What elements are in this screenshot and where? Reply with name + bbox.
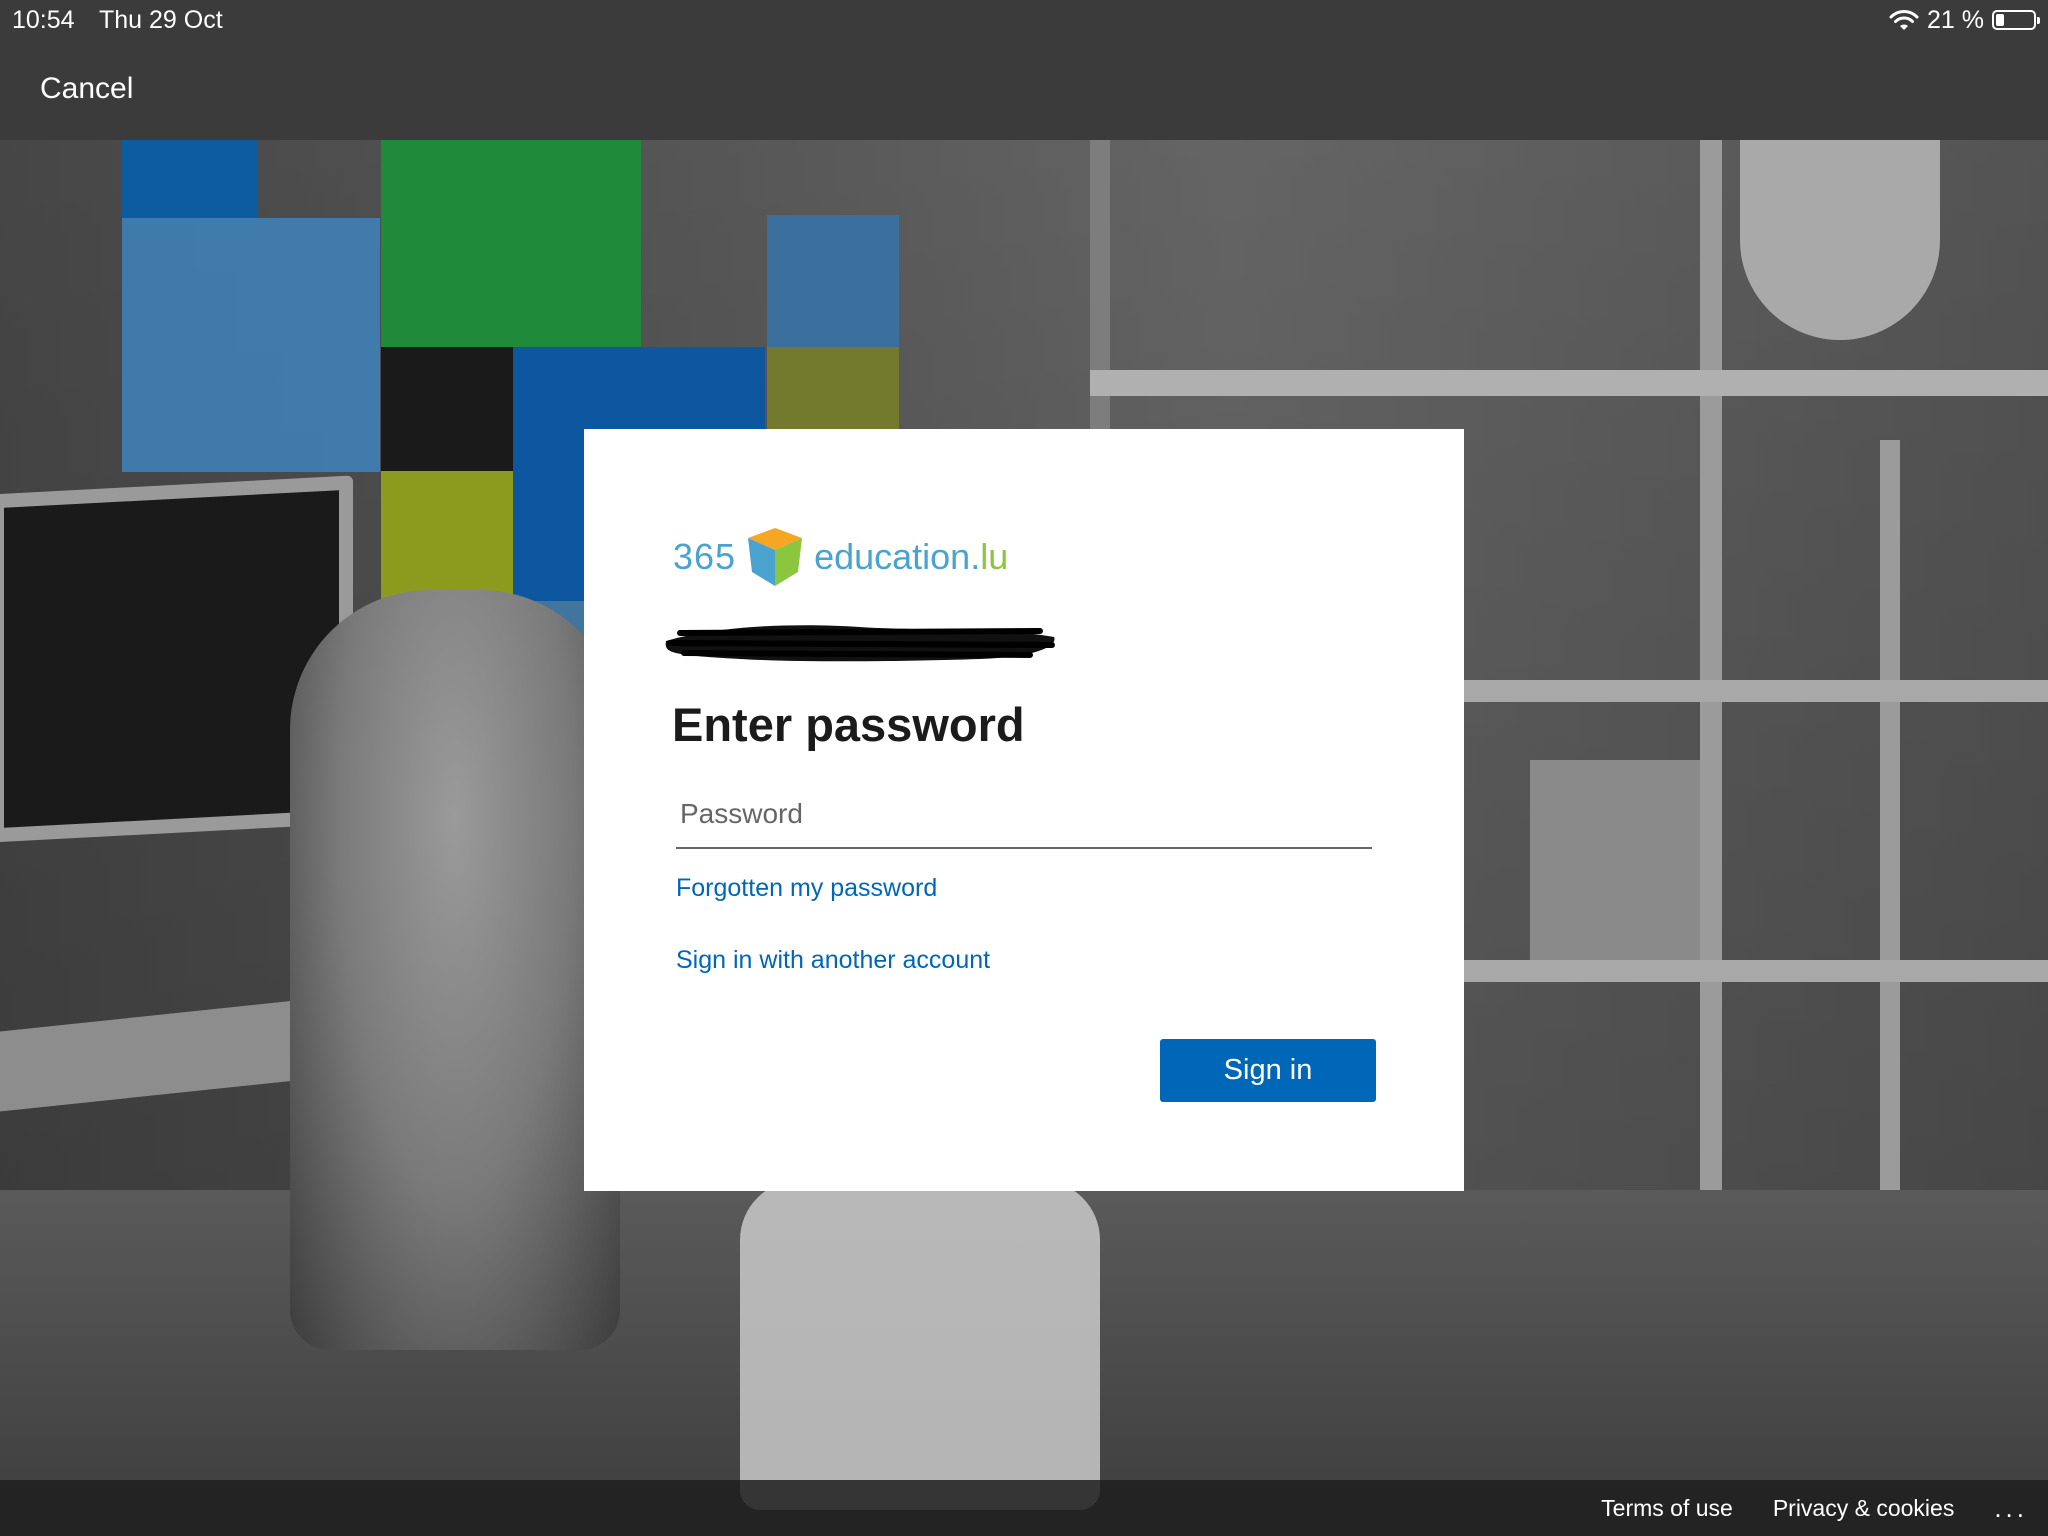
logo-prefix: 365 bbox=[673, 536, 737, 577]
terms-of-use-link[interactable]: Terms of use bbox=[1601, 1495, 1733, 1522]
bg-person bbox=[290, 590, 620, 1350]
bg-tile bbox=[767, 215, 899, 347]
privacy-cookies-link[interactable]: Privacy & cookies bbox=[1773, 1495, 1955, 1522]
footer: Terms of use Privacy & cookies ... bbox=[0, 1480, 2048, 1536]
battery-percentage: 21 % bbox=[1927, 5, 1984, 34]
wifi-icon bbox=[1889, 10, 1919, 30]
top-bar: 10:54 Thu 29 Oct 21 % Cancel bbox=[0, 0, 2048, 140]
more-options-icon[interactable]: ... bbox=[1994, 1495, 2028, 1521]
battery-icon bbox=[1992, 10, 2040, 30]
redacted-email-scribble bbox=[665, 625, 1055, 662]
bg-tile bbox=[513, 471, 585, 601]
status-date: Thu 29 Oct bbox=[99, 6, 223, 34]
battery-nub bbox=[2037, 17, 2040, 24]
bg-tile bbox=[381, 471, 513, 601]
logo-tld: lu bbox=[980, 536, 1009, 577]
bg-shelf bbox=[1740, 140, 1940, 340]
bg-tile bbox=[122, 218, 380, 472]
sign-in-button[interactable]: Sign in bbox=[1160, 1039, 1376, 1102]
logo-domain: education. bbox=[814, 536, 981, 577]
bg-tile bbox=[381, 347, 513, 471]
bg-shelf bbox=[1460, 960, 2048, 982]
forgot-password-link[interactable]: Forgotten my password bbox=[676, 874, 937, 903]
page-title: Enter password bbox=[672, 698, 1025, 751]
bg-tile bbox=[122, 140, 257, 218]
cube-logo-icon bbox=[748, 528, 803, 586]
status-time: 10:54 bbox=[12, 6, 75, 34]
bg-shelf bbox=[1460, 680, 2048, 702]
cancel-button[interactable]: Cancel bbox=[40, 72, 133, 106]
bg-shelf bbox=[1700, 140, 1722, 1340]
logo-365education: 365 education. lu bbox=[673, 524, 1008, 590]
bg-tile bbox=[381, 140, 641, 347]
battery-level-fill bbox=[1996, 14, 2004, 26]
sign-in-card: 365 education. lu Enter password Forgotte… bbox=[584, 429, 1464, 1191]
sign-in-another-account-link[interactable]: Sign in with another account bbox=[676, 946, 990, 975]
password-input[interactable] bbox=[676, 781, 1372, 849]
footer-links: Terms of use Privacy & cookies ... bbox=[1601, 1480, 2028, 1536]
bg-shelf bbox=[1090, 370, 2048, 396]
status-indicators: 21 % bbox=[1889, 5, 2040, 35]
bg-shelf bbox=[1530, 760, 1700, 960]
bg-chair bbox=[740, 1180, 1100, 1510]
